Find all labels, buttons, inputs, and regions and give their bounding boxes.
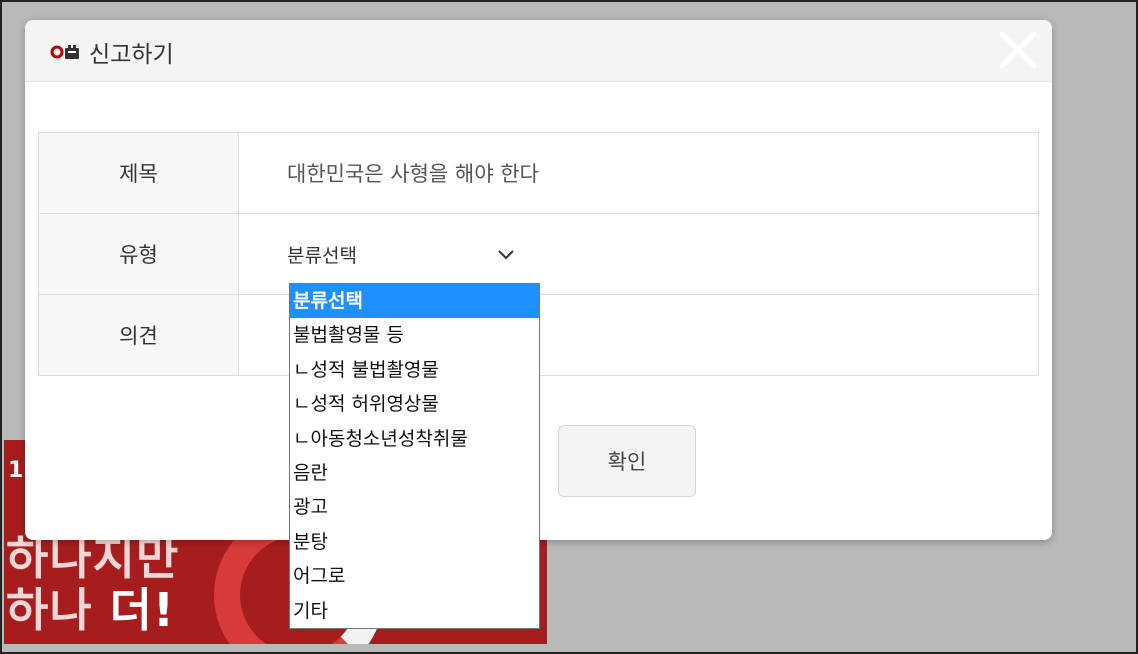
close-icon [999, 31, 1037, 69]
banner-number: 1 [8, 458, 24, 483]
type-dropdown-list[interactable]: 분류선택 불법촬영물 등 ㄴ성적 불법촬영물 ㄴ성적 허위영상물 ㄴ아동청소년성… [289, 283, 540, 629]
form-row-title: 제목 대한민국은 사형을 해야 한다 [38, 132, 1039, 214]
option-sexual-illegal-filming[interactable]: ㄴ성적 불법촬영물 [290, 353, 539, 387]
title-label: 제목 [38, 132, 239, 214]
modal-title: 신고하기 [89, 42, 174, 68]
banner-line-2b: 더! [109, 583, 175, 637]
type-label: 유형 [38, 213, 239, 295]
confirm-button[interactable]: 확인 [558, 425, 696, 497]
option-child-exploitation[interactable]: ㄴ아동청소년성착취물 [290, 422, 539, 456]
option-sexual-fake-video[interactable]: ㄴ성적 허위영상물 [290, 387, 539, 421]
option-obscene[interactable]: 음란 [290, 456, 539, 490]
option-select-category[interactable]: 분류선택 [290, 284, 539, 319]
banner-line-2a: 하나 [6, 583, 110, 637]
banner-text: 하나지만 하나 더! [6, 532, 179, 636]
title-value[interactable]: 대한민국은 사형을 해야 한다 [238, 132, 1039, 214]
option-disruption[interactable]: 분탕 [290, 525, 539, 559]
modal-header: 신고하기 [25, 20, 1052, 82]
type-select[interactable]: 분류선택 [287, 237, 527, 271]
option-advertisement[interactable]: 광고 [290, 490, 539, 524]
modal-title-wrap: 신고하기 [47, 35, 174, 69]
option-trolling[interactable]: 어그로 [290, 559, 539, 593]
close-button[interactable] [998, 30, 1038, 70]
type-select-value: 분류선택 [287, 244, 357, 267]
report-siren-icon [47, 37, 87, 67]
option-illegal-filming[interactable]: 불법촬영물 등 [290, 318, 539, 352]
opinion-label: 의견 [38, 294, 239, 376]
banner-line-2: 하나 더! [6, 584, 179, 636]
option-other[interactable]: 기타 [290, 594, 539, 628]
chevron-down-icon [498, 250, 514, 260]
